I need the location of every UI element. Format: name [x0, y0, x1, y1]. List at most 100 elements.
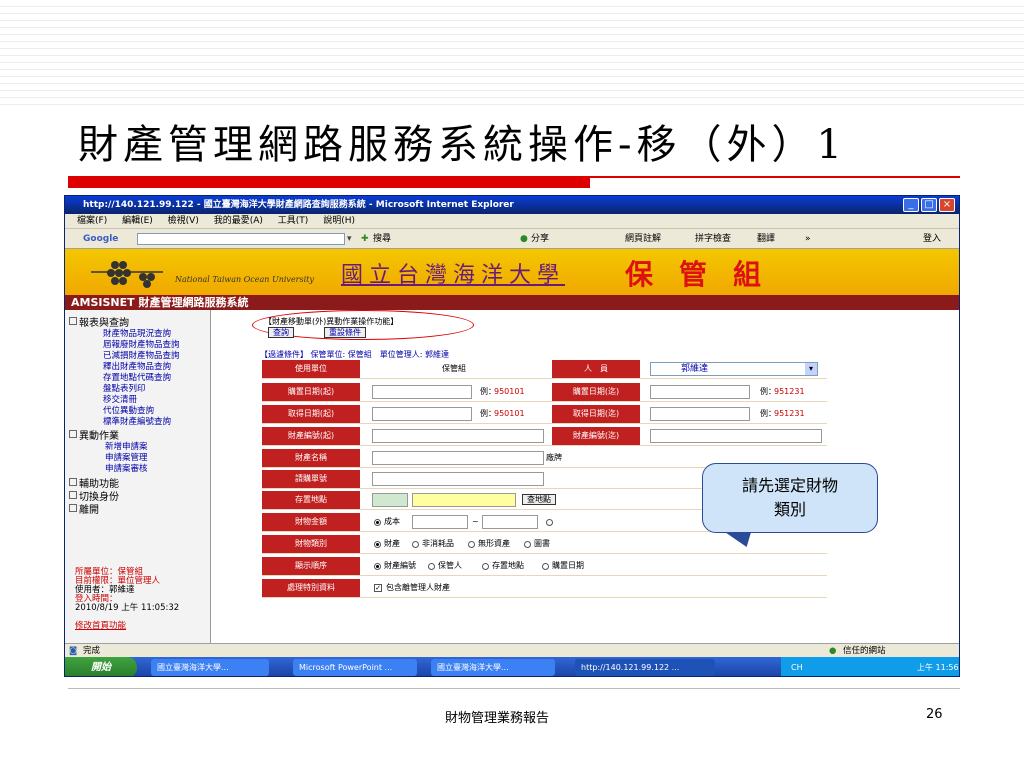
login-time: 2010/8/19 上午 11:05:32: [75, 603, 180, 613]
callout-line-1: 請先選定財物: [741, 476, 838, 495]
close-icon[interactable]: ×: [939, 198, 955, 212]
spell-check-button[interactable]: 拼字檢查: [695, 229, 731, 249]
amount-min-input[interactable]: [412, 515, 468, 529]
name-input[interactable]: [372, 451, 544, 465]
main-content: 【財產移動單(外)異動作業操作功能】 查詢 重設條件 【過濾條件】 保管單位: …: [212, 310, 959, 643]
category-radio-nonconsumable[interactable]: [412, 541, 419, 548]
person-value: 郭維達: [681, 364, 709, 374]
code-start-label: 財產編號(起): [262, 427, 360, 445]
order-radio-location[interactable]: [482, 563, 489, 570]
form-row-get-date: 取得日期(起) 例： 950101 取得日期(迄) 例： 951231: [262, 404, 827, 424]
get-start-input[interactable]: [372, 407, 472, 421]
use-unit-label: 使用單位: [262, 360, 360, 378]
code-end-input[interactable]: [650, 429, 822, 443]
signin-button[interactable]: 登入: [923, 229, 941, 249]
name-label: 財產名稱: [262, 449, 360, 467]
category-opt-books: 圖書: [534, 539, 550, 548]
menu-view[interactable]: 檢視(V): [168, 216, 199, 226]
category-radio-books[interactable]: [524, 541, 531, 548]
minimize-icon[interactable]: _: [903, 198, 919, 212]
form-row-unit: 使用單位 保管組 人 員 郭維達 ▾: [262, 359, 827, 379]
buy-end-input[interactable]: [650, 385, 750, 399]
menu-edit[interactable]: 編輯(E): [122, 216, 153, 226]
location-code-input[interactable]: [372, 493, 408, 507]
amount-label: 財物金額: [262, 513, 360, 531]
slide-title: 財產管理網路服務系統操作-移（外）1: [78, 122, 847, 168]
system-tray: CH 上午 11:56: [781, 657, 959, 676]
sidebar-item-review-application[interactable]: 申請案審核: [105, 462, 148, 474]
brand-label: 廠牌: [546, 453, 562, 462]
form-row-code: 財產編號(起) 財產編號(迄): [262, 426, 827, 446]
university-name-en: National Taiwan Ocean University: [175, 275, 314, 284]
get-end-input[interactable]: [650, 407, 750, 421]
google-search-input[interactable]: [137, 233, 345, 245]
get-end-label: 取得日期(迄): [552, 405, 640, 423]
buy-start-input[interactable]: [372, 385, 472, 399]
person-label: 人 員: [552, 360, 640, 378]
edit-homepage-link[interactable]: 修改首頁功能: [75, 619, 126, 631]
form-row-buy-date: 購置日期(起) 例： 950101 購置日期(迄) 例： 951231: [262, 382, 827, 402]
title-underline-line: [590, 176, 960, 178]
menu-tools[interactable]: 工具(T): [278, 216, 309, 226]
menu-bar: 檔案(F) 編輯(E) 檢視(V) 我的最愛(A) 工具(T) 說明(H): [65, 214, 959, 229]
amount-cost-radio[interactable]: [374, 519, 381, 526]
category-radio-intangible[interactable]: [468, 541, 475, 548]
slide-background-stripes: [0, 0, 1024, 110]
notes-button[interactable]: 網頁註解: [625, 229, 661, 249]
order-radio-keeper[interactable]: [428, 563, 435, 570]
menu-help[interactable]: 說明(H): [323, 216, 355, 226]
order-label: 顯示順序: [262, 557, 360, 575]
code-start-input[interactable]: [372, 429, 544, 443]
reset-button[interactable]: 重設條件: [324, 327, 366, 338]
google-search-button[interactable]: 搜尋: [373, 229, 391, 249]
location-label: 存置地點: [262, 491, 360, 509]
language-indicator[interactable]: CH: [791, 663, 803, 672]
page-icon: ◙: [69, 646, 78, 656]
amount-other-radio[interactable]: [546, 519, 553, 526]
chevron-down-icon[interactable]: ▾: [805, 363, 817, 375]
order-radio-code[interactable]: [374, 563, 381, 570]
buy-end-label: 購置日期(迄): [552, 383, 640, 401]
system-name-bar: AMSISNET 財產管理網路服務系統: [65, 295, 959, 310]
trusted-site-icon: ●: [829, 646, 837, 656]
start-button[interactable]: 開始: [65, 657, 137, 676]
translate-button[interactable]: 翻譯: [757, 229, 775, 249]
share-button[interactable]: 分享: [531, 229, 549, 249]
zone-text: 信任的網站: [843, 646, 886, 656]
task-button-powerpoint[interactable]: Microsoft PowerPoint ...: [293, 659, 417, 676]
category-radio-property[interactable]: [374, 541, 381, 548]
amount-max-input[interactable]: [482, 515, 538, 529]
more-tools-button[interactable]: »: [805, 229, 811, 249]
slide-footer: 財物管理業務報告: [445, 711, 550, 726]
function-header: 【財產移動單(外)異動作業操作功能】: [264, 317, 399, 326]
order-radio-date[interactable]: [542, 563, 549, 570]
person-select[interactable]: 郭維達 ▾: [650, 362, 818, 376]
location-lookup-button[interactable]: 查地點: [522, 494, 556, 505]
special-label: 處理特別資料: [262, 579, 360, 597]
clock: 上午 11:56: [917, 663, 959, 672]
maximize-icon[interactable]: □: [921, 198, 937, 212]
amount-cost-label: 成本: [384, 517, 400, 526]
apply-label: 請購單號: [262, 470, 360, 488]
category-opt-nonconsumable: 非消耗品: [422, 539, 454, 548]
apply-input[interactable]: [372, 472, 544, 486]
menu-favorites[interactable]: 我的最愛(A): [214, 216, 263, 226]
browser-titlebar: http://140.121.99.122 - 國立臺灣海洋大學財產網路查詢服務…: [65, 196, 959, 214]
special-checkbox-label: 包含離管理人財產: [386, 583, 450, 592]
sidebar-section-exit[interactable]: 離開: [69, 501, 99, 516]
start-label: 開始: [91, 662, 111, 673]
dropdown-icon[interactable]: ▾: [347, 229, 352, 249]
use-unit-value: 保管組: [442, 364, 466, 373]
order-opt-date: 購置日期: [552, 561, 584, 570]
query-button[interactable]: 查詢: [268, 327, 294, 338]
menu-file[interactable]: 檔案(F): [77, 216, 107, 226]
task-button-1[interactable]: 國立臺灣海洋大學...: [151, 659, 269, 676]
special-checkbox[interactable]: ✓: [374, 584, 382, 592]
location-name-input[interactable]: [412, 493, 516, 507]
category-opt-property: 財產: [384, 539, 400, 548]
molecule-logo: [91, 261, 163, 288]
task-button-ie-active[interactable]: http://140.121.99.122 ...: [575, 659, 715, 676]
sidebar-item[interactable]: 標準財產編號查詢: [103, 415, 171, 427]
task-button-2[interactable]: 國立臺灣海洋大學...: [431, 659, 555, 676]
window-title: http://140.121.99.122 - 國立臺灣海洋大學財產網路查詢服務…: [83, 200, 514, 210]
